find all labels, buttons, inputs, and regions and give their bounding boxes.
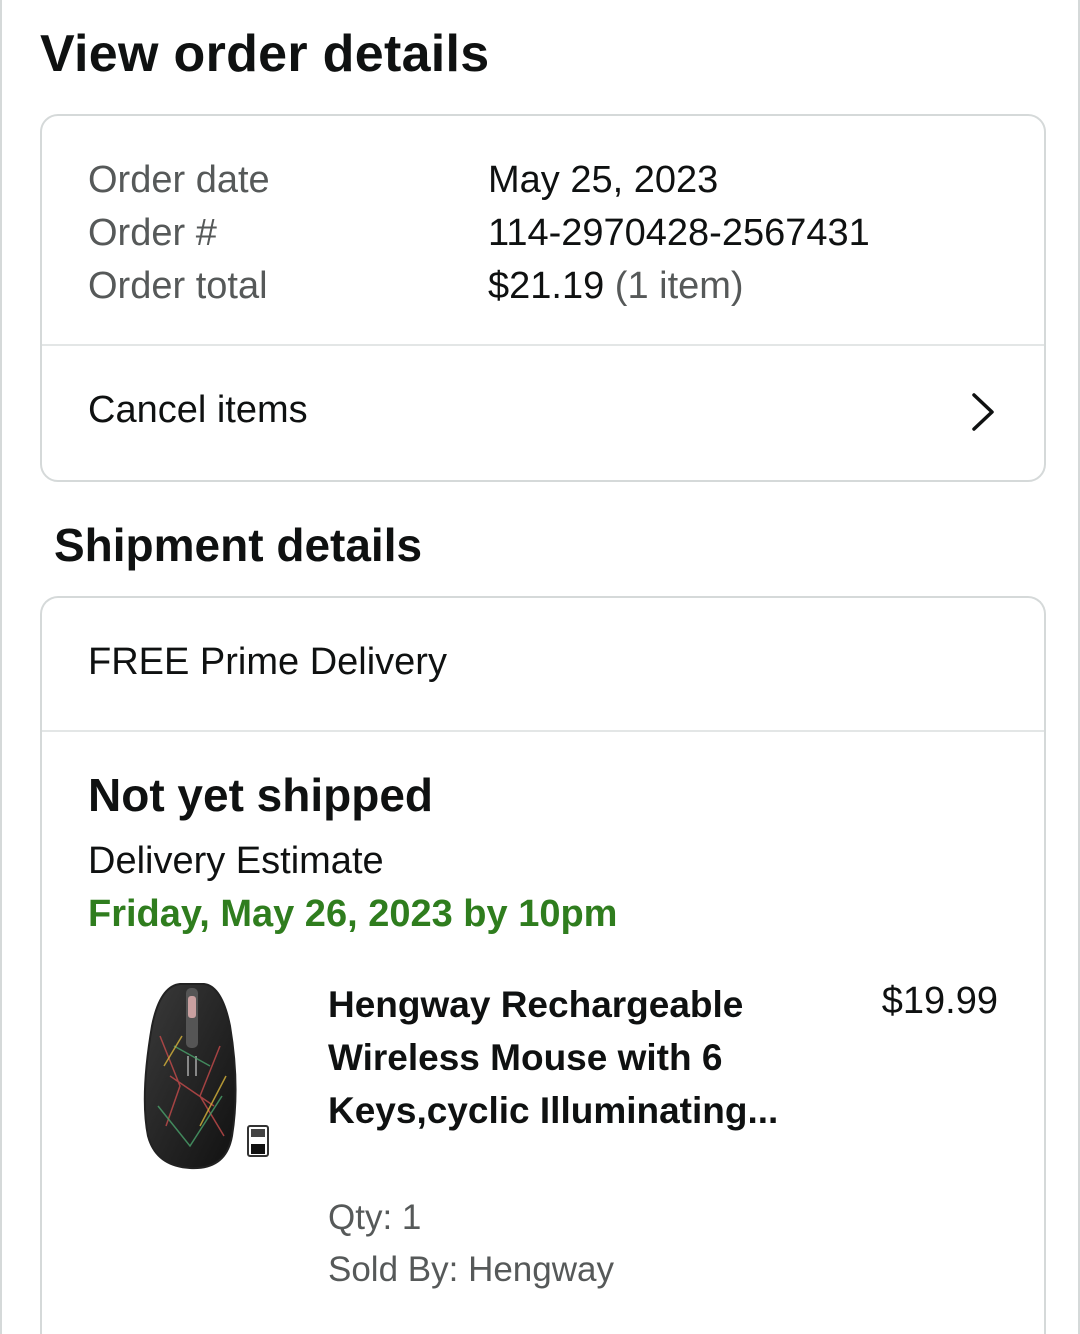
order-details-page: View order details Order date May 25, 20… [0,0,1080,1334]
order-total-value: $21.19 (1 item) [488,260,744,313]
divider [42,730,1044,732]
order-date-label: Order date [88,159,270,201]
order-number-label: Order # [88,212,217,254]
chevron-right-icon [972,393,994,431]
product-quantity: Qty: 1 [328,1198,422,1237]
order-total-label: Order total [88,265,268,307]
product-title-link[interactable]: Hengway Rechargeable Wireless Mouse with… [328,978,798,1137]
order-summary-card: Order date May 25, 2023 Order # 114-2970… [40,114,1046,482]
delivery-type: FREE Prime Delivery [88,641,447,683]
shipment-section-title: Shipment details [54,519,423,571]
cancel-items-button[interactable]: Cancel items [42,346,1044,482]
shipment-card: FREE Prime Delivery Not yet shipped Deli… [40,596,1046,1334]
delivery-estimate-date: Friday, May 26, 2023 by 10pm [88,893,618,935]
delivery-estimate-label: Delivery Estimate [88,840,384,882]
order-total-amount: $21.19 [488,265,605,307]
product-seller: Sold By: Hengway [328,1250,614,1289]
order-date-value: May 25, 2023 [488,159,719,201]
cancel-items-label: Cancel items [88,389,308,431]
product-price: $19.99 [881,980,998,1022]
order-item-count: (1 item) [614,265,744,307]
shipment-status: Not yet shipped [88,769,434,821]
page-title: View order details [40,25,490,83]
order-number-value: 114-2970428-2567431 [488,212,870,254]
wireless-mouse-product-image[interactable] [130,976,290,1176]
